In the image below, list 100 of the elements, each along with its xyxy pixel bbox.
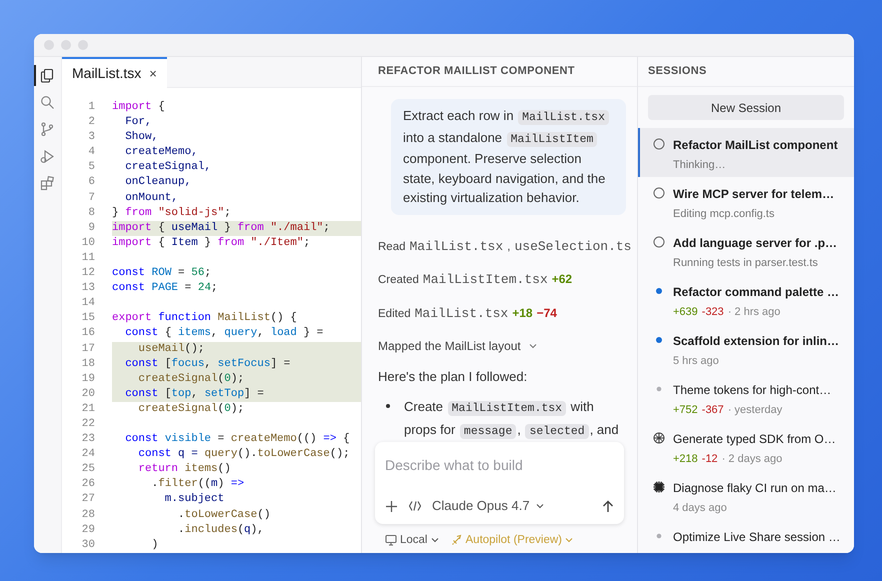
session-item[interactable]: Wire MCP server for telem… Editing mcp.config.ts (638, 177, 854, 226)
line-number: 2 (87, 115, 96, 130)
plus-icon[interactable] (385, 500, 398, 512)
session-title: Optimize Live Share session … (673, 529, 840, 546)
line-number: 29 (80, 522, 96, 538)
removed-count: −74 (536, 305, 557, 322)
editor-tab[interactable]: MailList.tsx × (62, 57, 167, 88)
line-number: 15 (80, 311, 96, 326)
line-number: 21 (80, 402, 96, 417)
code-line: const ROW = 56; (112, 266, 212, 282)
search-icon[interactable] (40, 95, 55, 110)
removed-count: -367 (702, 403, 724, 418)
line-number: 8 (87, 206, 96, 221)
line-number: 28 (80, 508, 96, 523)
line-number: 22 (80, 416, 96, 432)
status-dot (653, 334, 665, 346)
code-line: createSignal(0); (137, 402, 246, 417)
line-number: 3 (87, 130, 96, 146)
user-message: Extract each row in MailList.tsx into a standalone MailListItem component. Preserve selection state, keyboard navigation, and the existing virtualization behavior. (391, 99, 626, 214)
activity-label: Edited (378, 307, 411, 322)
new-session-button[interactable]: New Session (648, 95, 844, 120)
session-status: Running tests in parser.test.ts (673, 256, 818, 271)
session-item[interactable]: Scaffold extension for inlin… 5 hrs ago (638, 324, 854, 373)
line-number: 13 (80, 281, 96, 296)
session-title: Add language server for .p… (673, 235, 838, 252)
line-number: 27 (80, 492, 96, 508)
disclosure-toggle[interactable]: Mapped the MailList layout (378, 332, 621, 361)
branch-icon[interactable] (40, 122, 55, 137)
message-text: Here's the plan I followed: (378, 368, 528, 386)
session-title: Scaffold extension for inlin… (673, 333, 840, 350)
session-title: Wire MCP server for telem… (673, 186, 834, 203)
line-number: 30 (80, 538, 96, 553)
prompt-input[interactable]: Describe what to build (385, 455, 614, 476)
session-item[interactable]: Refactor MailList component Thinking… (638, 128, 854, 177)
activity-label: Read (378, 240, 406, 254)
line-number: 10 (80, 236, 96, 251)
session-status: Thinking… (673, 158, 726, 173)
line-number: 20 (80, 386, 96, 402)
line-number: 5 (87, 160, 96, 176)
added-count: +62 (552, 271, 572, 288)
line-number: 25 (80, 462, 96, 478)
line-number: 6 (87, 175, 96, 190)
session-title: Diagnose flaky CI run on ma… (673, 480, 836, 497)
session-title: Generate typed SDK from O… (673, 431, 836, 448)
files-icon[interactable] (40, 68, 55, 83)
progress-ring-icon (653, 236, 665, 248)
line-number: 18 (80, 356, 96, 372)
line-number: 24 (80, 447, 96, 462)
session-item[interactable]: Optimize Live Share session … (638, 520, 854, 553)
code-line: onCleanup, (124, 175, 192, 190)
session-time: · 2 hrs ago (728, 305, 780, 320)
code-line: .toLowerCase() (177, 508, 272, 523)
send-icon[interactable] (602, 500, 614, 512)
session-time: · 2 days ago (722, 452, 782, 467)
location-picker[interactable]: Local (385, 532, 438, 549)
session-item[interactable]: Refactor command palette … +639 -323 · 2 hrs ago (638, 275, 854, 324)
chevron-icon (430, 537, 438, 544)
code-line: const q = query().toLowerCase(); (137, 447, 351, 462)
status-dot (653, 285, 665, 297)
code-line: import { (112, 100, 166, 115)
session-time: · yesterday (728, 403, 782, 418)
file-name: MailListItem.tsx (422, 271, 548, 290)
session-item[interactable]: Generate typed SDK from O… +218 -12 · 2 days ago (638, 422, 854, 471)
code-line: .filter((m) => (150, 477, 246, 492)
list-item-text: Create MailListItem.tsx with props for message , selected , and (404, 398, 620, 442)
code-line: const visible = createMemo(() => { (124, 432, 351, 448)
session-status: Editing mcp.config.ts (673, 207, 774, 222)
bullet-icon (386, 404, 390, 408)
close-button[interactable]: × (149, 64, 157, 84)
session-item[interactable]: Theme tokens for high-cont… +752 -367 · yesterday (638, 373, 854, 422)
line-number: 16 (80, 326, 96, 342)
code-line: onMount, (124, 190, 180, 206)
line-number: 7 (87, 190, 96, 206)
line-number: 1 (87, 100, 96, 115)
session-item[interactable]: Add language server for .p… Running tests in parser.test.ts (638, 226, 854, 275)
burst-icon (653, 481, 665, 493)
code-line: createMemo, (124, 145, 199, 160)
code-line: const { items, query, load } = (124, 326, 324, 342)
code-line: import { Item } from "./Item"; (112, 236, 312, 251)
model-picker[interactable]: Claude Opus 4.7 (432, 496, 544, 516)
line-number: 4 (87, 145, 96, 160)
added-count: +752 (673, 403, 698, 418)
session-item[interactable]: Diagnose flaky CI run on ma… 4 days ago (638, 471, 854, 520)
run-icon[interactable] (40, 149, 55, 164)
added-count: +639 (673, 305, 698, 320)
code-line: createSignal, (124, 160, 212, 176)
session-time: 4 days ago (673, 501, 727, 516)
progress-ring-icon (653, 138, 665, 150)
code-icon[interactable] (408, 499, 422, 513)
session-title: Refactor MailList component (673, 137, 838, 154)
extensions-icon[interactable] (40, 176, 55, 191)
code-line: m.subject (164, 492, 226, 508)
file-name: useSelection.ts (514, 238, 632, 256)
monitor-icon (385, 534, 397, 546)
activity-label: Created (378, 273, 419, 288)
code-line: const PAGE = 24; (112, 281, 219, 296)
chevron-icon (528, 343, 537, 350)
code-line: export function MailList() { (112, 311, 298, 326)
added-count: +218 (673, 452, 698, 467)
code-line: return items() (137, 462, 232, 478)
